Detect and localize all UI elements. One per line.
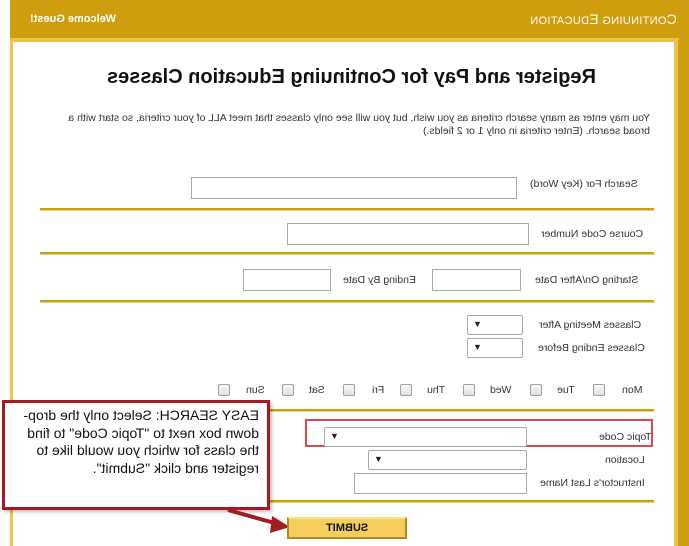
meeting-after-select[interactable]: ▼ [467, 315, 523, 335]
day-label-mon: Mon [622, 384, 643, 396]
chevron-down-icon: ▼ [374, 454, 383, 464]
brand-letter: C [666, 11, 677, 27]
easy-search-callout: EASY SEARCH: Select only the drop-down b… [2, 400, 270, 510]
day-checkbox-sat[interactable] [282, 384, 294, 396]
brand-letter: E [589, 11, 599, 27]
day-checkbox-mon[interactable] [593, 384, 605, 396]
submit-label: SUBMIT [325, 522, 369, 534]
day-label-wed: Wed [490, 384, 512, 396]
page: CONTINUING EDUCATION Welcome Guest! Regi… [0, 0, 689, 546]
instructor-label: Instructor's Last Name [540, 477, 645, 489]
welcome-message: Welcome Guest! [30, 13, 116, 25]
page-title: Register and Pay for Continuing Educatio… [0, 66, 689, 89]
topic-code-select[interactable]: ▼ [324, 427, 527, 447]
callout-text: EASY SEARCH: Select only the drop-down b… [23, 407, 259, 476]
section-divider [40, 252, 654, 255]
brand-part: DUCATION [530, 15, 590, 27]
day-label-sun: Sun [246, 384, 265, 396]
arrow-shaft [227, 508, 279, 526]
end-date-label: Ending By Date [343, 274, 416, 286]
start-date-input[interactable] [432, 269, 521, 291]
day-checkbox-fri[interactable] [343, 384, 355, 396]
start-date-label: Starting On/After Date [535, 274, 639, 286]
page-title-text: Register and Pay for Continuing Educatio… [107, 66, 596, 88]
keyword-label: Search For (Key Word) [530, 178, 638, 190]
chevron-down-icon: ▼ [473, 342, 482, 352]
content-top-border [10, 38, 679, 42]
brand-part: ONTINUING [598, 15, 667, 27]
location-label: Location [605, 454, 645, 466]
day-checkbox-sun[interactable] [218, 384, 230, 396]
day-label-fri: Fri [372, 384, 385, 396]
ending-before-label: Classes Ending Before [538, 342, 645, 354]
topic-code-label: Topic Code [599, 431, 652, 443]
keyword-input[interactable] [191, 177, 517, 199]
day-label-thu: Thu [427, 384, 446, 396]
intro-text: You may enter as many search criteria as… [68, 112, 650, 137]
meeting-after-label: Classes Meeting After [539, 319, 642, 331]
course-code-label: Course Code Number [541, 228, 644, 240]
day-checkbox-wed[interactable] [463, 384, 475, 396]
end-date-input[interactable] [243, 269, 331, 291]
day-checkbox-thu[interactable] [400, 384, 412, 396]
day-checkbox-tue[interactable] [530, 384, 542, 396]
chevron-down-icon: ▼ [330, 431, 339, 441]
ending-before-select[interactable]: ▼ [467, 338, 523, 358]
day-label-tue: Tue [557, 384, 575, 396]
submit-button[interactable]: SUBMIT [287, 517, 407, 539]
welcome-text: Welcome Guest! [30, 13, 116, 25]
section-divider [40, 208, 654, 211]
day-label-sat: Sat [309, 384, 325, 396]
instructor-input[interactable] [354, 473, 527, 494]
brand-title[interactable]: CONTINUING EDUCATION [530, 11, 677, 27]
right-gold-column [678, 40, 689, 546]
chevron-down-icon: ▼ [473, 319, 482, 329]
location-select[interactable]: ▼ [368, 450, 527, 470]
course-code-input[interactable] [287, 223, 529, 245]
section-divider [40, 300, 654, 303]
